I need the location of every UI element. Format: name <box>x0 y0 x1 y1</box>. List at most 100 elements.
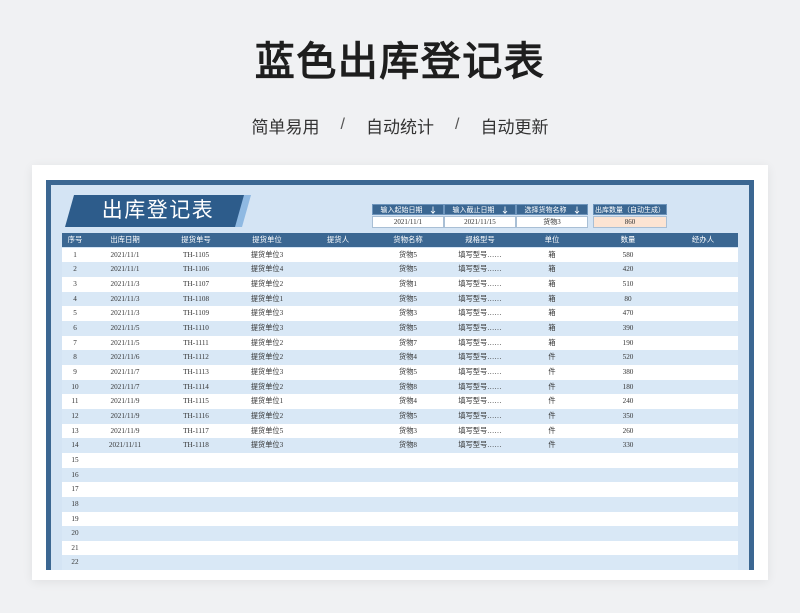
cell-no[interactable]: 19 <box>62 512 88 527</box>
cell-no[interactable]: 6 <box>62 321 88 336</box>
cell-no[interactable]: 16 <box>62 468 88 483</box>
cell-company[interactable]: 提货单位2 <box>230 380 304 395</box>
cell-qty[interactable] <box>588 526 668 541</box>
cell-handler[interactable] <box>668 248 738 263</box>
cell-date[interactable]: 2021/11/9 <box>88 424 162 439</box>
cell-spec[interactable] <box>444 482 516 497</box>
cell-company[interactable]: 提货单位1 <box>230 292 304 307</box>
cell-picker[interactable] <box>304 248 372 263</box>
cell-goods[interactable] <box>372 541 444 556</box>
cell-unit[interactable] <box>516 468 588 483</box>
cell-date[interactable] <box>88 468 162 483</box>
cell-qty[interactable] <box>588 512 668 527</box>
cell-handler[interactable] <box>668 526 738 541</box>
cell-qty[interactable] <box>588 541 668 556</box>
cell-company[interactable] <box>230 468 304 483</box>
cell-qty[interactable]: 420 <box>588 262 668 277</box>
cell-company[interactable]: 提货单位2 <box>230 350 304 365</box>
cell-spec[interactable]: 填写型号…… <box>444 306 516 321</box>
cell-order-no[interactable]: TH-1111 <box>162 336 230 351</box>
cell-handler[interactable] <box>668 438 738 453</box>
cell-no[interactable]: 15 <box>62 453 88 468</box>
cell-qty[interactable] <box>588 555 668 570</box>
cell-no[interactable]: 3 <box>62 277 88 292</box>
cell-picker[interactable] <box>304 497 372 512</box>
cell-no[interactable]: 20 <box>62 526 88 541</box>
cell-handler[interactable] <box>668 424 738 439</box>
cell-no[interactable]: 5 <box>62 306 88 321</box>
cell-company[interactable]: 提货单位2 <box>230 277 304 292</box>
cell-goods[interactable]: 货物8 <box>372 438 444 453</box>
cell-date[interactable]: 2021/11/7 <box>88 365 162 380</box>
cell-picker[interactable] <box>304 424 372 439</box>
cell-qty[interactable]: 380 <box>588 365 668 380</box>
cell-company[interactable] <box>230 453 304 468</box>
cell-date[interactable]: 2021/11/6 <box>88 350 162 365</box>
cell-order-no[interactable] <box>162 497 230 512</box>
cell-picker[interactable] <box>304 394 372 409</box>
cell-picker[interactable] <box>304 321 372 336</box>
cell-date[interactable]: 2021/11/1 <box>88 262 162 277</box>
cell-order-no[interactable]: TH-1117 <box>162 424 230 439</box>
cell-goods[interactable]: 货物3 <box>372 306 444 321</box>
cell-picker[interactable] <box>304 292 372 307</box>
cell-company[interactable] <box>230 497 304 512</box>
cell-unit[interactable] <box>516 453 588 468</box>
cell-handler[interactable] <box>668 409 738 424</box>
cell-unit[interactable]: 件 <box>516 380 588 395</box>
cell-qty[interactable]: 470 <box>588 306 668 321</box>
cell-picker[interactable] <box>304 453 372 468</box>
cell-spec[interactable]: 填写型号…… <box>444 350 516 365</box>
cell-no[interactable]: 21 <box>62 541 88 556</box>
cell-unit[interactable] <box>516 541 588 556</box>
cell-qty[interactable]: 260 <box>588 424 668 439</box>
cell-no[interactable]: 14 <box>62 438 88 453</box>
cell-spec[interactable]: 填写型号…… <box>444 262 516 277</box>
cell-picker[interactable] <box>304 350 372 365</box>
cell-qty[interactable]: 580 <box>588 248 668 263</box>
cell-goods[interactable]: 货物5 <box>372 248 444 263</box>
cell-no[interactable]: 11 <box>62 394 88 409</box>
start-date-input[interactable]: 2021/11/1 <box>372 216 444 228</box>
cell-goods[interactable]: 货物5 <box>372 292 444 307</box>
cell-qty[interactable] <box>588 482 668 497</box>
cell-qty[interactable]: 80 <box>588 292 668 307</box>
cell-unit[interactable] <box>516 497 588 512</box>
cell-date[interactable] <box>88 482 162 497</box>
cell-company[interactable]: 提货单位3 <box>230 306 304 321</box>
cell-handler[interactable] <box>668 555 738 570</box>
cell-spec[interactable]: 填写型号…… <box>444 248 516 263</box>
cell-qty[interactable]: 390 <box>588 321 668 336</box>
cell-spec[interactable]: 填写型号…… <box>444 394 516 409</box>
cell-goods[interactable]: 货物4 <box>372 394 444 409</box>
cell-no[interactable]: 17 <box>62 482 88 497</box>
cell-order-no[interactable]: TH-1106 <box>162 262 230 277</box>
cell-date[interactable] <box>88 453 162 468</box>
cell-picker[interactable] <box>304 409 372 424</box>
cell-unit[interactable]: 箱 <box>516 248 588 263</box>
cell-order-no[interactable] <box>162 468 230 483</box>
cell-goods[interactable]: 货物7 <box>372 336 444 351</box>
cell-handler[interactable] <box>668 365 738 380</box>
cell-picker[interactable] <box>304 468 372 483</box>
cell-no[interactable]: 8 <box>62 350 88 365</box>
cell-goods[interactable]: 货物8 <box>372 380 444 395</box>
cell-picker[interactable] <box>304 262 372 277</box>
cell-picker[interactable] <box>304 380 372 395</box>
cell-spec[interactable]: 填写型号…… <box>444 277 516 292</box>
cell-company[interactable]: 提货单位3 <box>230 321 304 336</box>
cell-date[interactable]: 2021/11/9 <box>88 394 162 409</box>
cell-date[interactable]: 2021/11/9 <box>88 409 162 424</box>
cell-date[interactable]: 2021/11/1 <box>88 248 162 263</box>
cell-company[interactable]: 提货单位3 <box>230 438 304 453</box>
cell-unit[interactable]: 箱 <box>516 277 588 292</box>
goods-select[interactable]: 货物3 <box>516 216 588 228</box>
cell-unit[interactable]: 箱 <box>516 292 588 307</box>
cell-spec[interactable]: 填写型号…… <box>444 292 516 307</box>
cell-handler[interactable] <box>668 482 738 497</box>
cell-goods[interactable]: 货物5 <box>372 409 444 424</box>
cell-order-no[interactable]: TH-1110 <box>162 321 230 336</box>
cell-spec[interactable] <box>444 512 516 527</box>
cell-qty[interactable] <box>588 453 668 468</box>
cell-spec[interactable]: 填写型号…… <box>444 336 516 351</box>
